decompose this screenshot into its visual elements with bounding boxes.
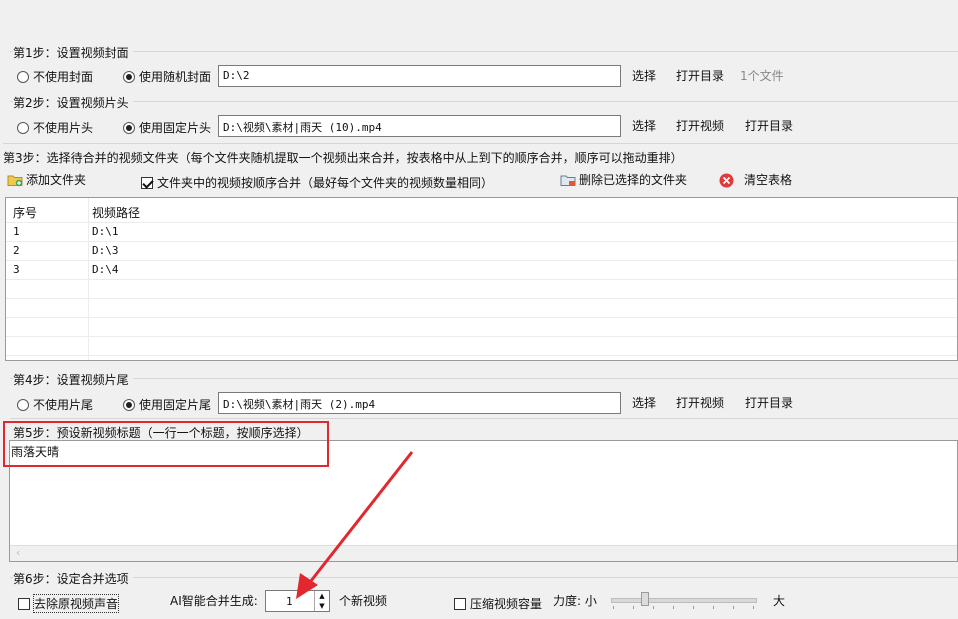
annotation-arrow-icon [296, 451, 414, 599]
